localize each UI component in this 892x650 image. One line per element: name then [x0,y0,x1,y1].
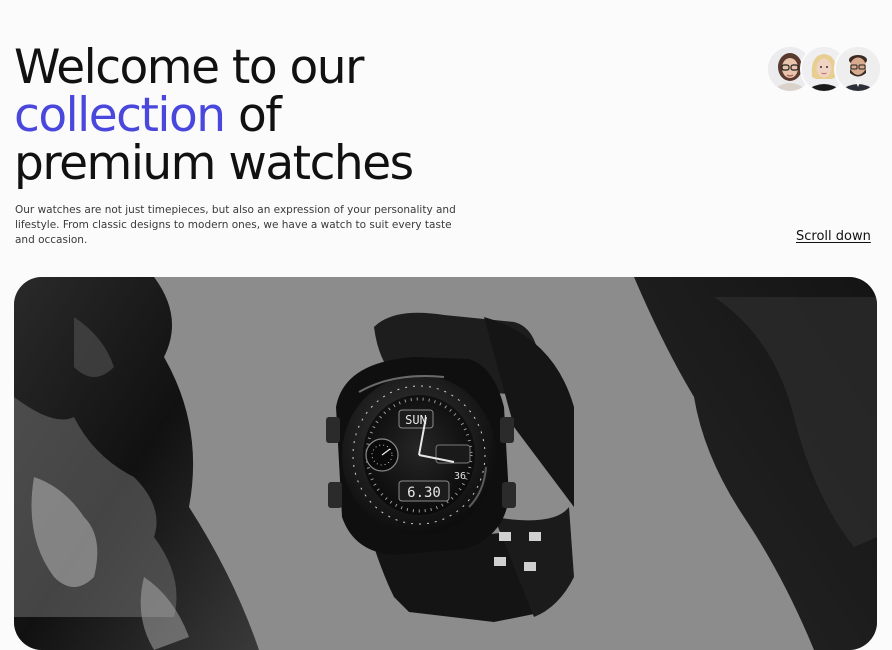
hero-title-accent: collection [14,88,226,143]
hero-title-line3: premium watches [14,136,414,191]
watch-seconds-display: 36 [454,471,466,482]
page: Welcome to our collection of premium watch… [0,0,892,650]
watch-time-display: 6.30 [407,485,441,501]
hero-title-line2-rest: of [224,88,282,143]
hero-description: Our watches are not just timepieces, but… [15,204,456,246]
avatar-man-beard[interactable] [834,45,882,93]
scroll-down-link[interactable]: Scroll down [796,229,871,244]
hero-watch-banner: SUN 36 6.30 [14,277,877,650]
hero-title: Welcome to our collection of premium watch… [14,44,414,191]
avatar-group [766,45,882,93]
hero-title-line1: Welcome to our [14,40,364,95]
watch-image: SUN 36 6.30 [14,277,877,650]
